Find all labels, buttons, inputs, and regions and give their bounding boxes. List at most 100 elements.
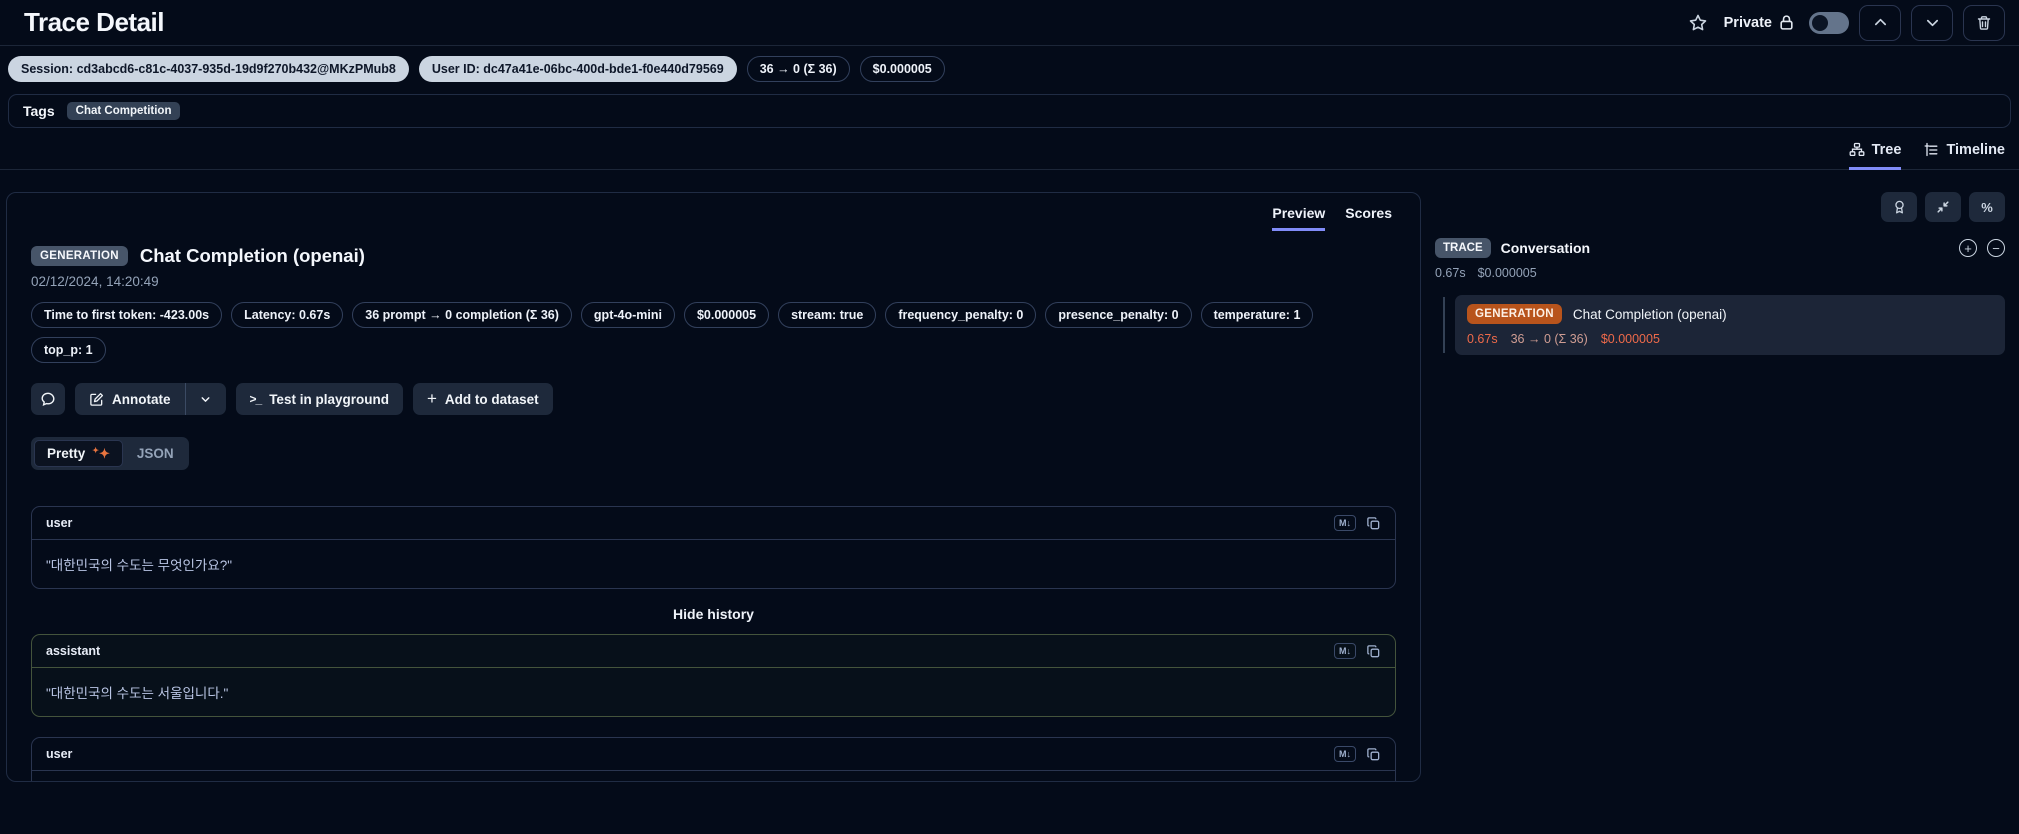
sidebar-toolbar: % [1435, 192, 2005, 222]
json-toggle-button[interactable]: JSON [125, 441, 186, 466]
lock-icon [1778, 14, 1795, 31]
trash-icon [1976, 15, 1992, 31]
trace-tree-sidebar: % TRACE Conversation + − 0.67s $0.000005… [1435, 192, 2013, 782]
chevron-up-icon [1873, 15, 1888, 30]
tags-container: Tags Chat Competition [8, 94, 2011, 128]
session-badge[interactable]: Session: cd3abcd6-c81c-4037-935d-19d9f27… [8, 56, 409, 82]
timeline-icon [1923, 142, 1939, 158]
add-to-dataset-button[interactable]: + Add to dataset [412, 383, 553, 415]
trace-tree: GENERATION Chat Completion (openai) 0.67… [1435, 295, 2005, 355]
markdown-toggle-icon[interactable]: M↓ [1334, 643, 1356, 659]
node-header: GENERATION Chat Completion (openai) [1467, 304, 1993, 324]
tree-icon [1849, 142, 1865, 158]
message-user-1: user M↓ "대한민국의 수도는 무엇인가요?" [31, 506, 1396, 589]
generation-node-row[interactable]: GENERATION Chat Completion (openai) 0.67… [1455, 295, 2005, 355]
generation-type-badge: GENERATION [31, 246, 128, 266]
toggle-knob [1812, 14, 1828, 31]
expand-all-icon[interactable]: + [1959, 239, 1977, 257]
message-role: user [46, 747, 73, 761]
test-in-playground-button[interactable]: >_ Test in playground [235, 383, 403, 415]
markdown-toggle-icon[interactable]: M↓ [1334, 515, 1356, 531]
metrics-toggle-button[interactable]: % [1969, 192, 2005, 222]
message-user-2: user M↓ "감사합니다 " [31, 737, 1396, 781]
collapse-all-button[interactable] [1925, 192, 1961, 222]
node-metrics: 0.67s 36 → 0 (Σ 36) $0.000005 [1467, 332, 1993, 346]
metric-frequency-penalty: frequency_penalty: 0 [885, 302, 1037, 328]
tab-timeline[interactable]: Timeline [1923, 142, 2005, 170]
metric-model: gpt-4o-mini [580, 302, 675, 328]
star-icon [1688, 13, 1708, 33]
markdown-toggle-icon[interactable]: M↓ [1334, 746, 1356, 762]
metric-top-p: top_p: 1 [31, 337, 106, 363]
annotate-pencil-icon [89, 392, 104, 407]
plus-icon: + [426, 389, 437, 408]
comment-button[interactable] [31, 383, 65, 415]
scores-toggle-button[interactable] [1881, 192, 1917, 222]
tab-tree[interactable]: Tree [1848, 142, 1902, 170]
tab-timeline-label: Timeline [1946, 142, 2005, 158]
privacy-status: Private [1724, 14, 1795, 31]
node-latency: 0.67s [1467, 332, 1498, 346]
user-id-badge[interactable]: User ID: dc47a41e-06bc-400d-bde1-f0e440d… [418, 56, 737, 82]
next-trace-button[interactable] [1911, 4, 1953, 41]
tags-label: Tags [23, 103, 55, 119]
message-tools: M↓ [1334, 643, 1381, 659]
collapse-all-icon[interactable]: − [1987, 239, 2005, 257]
copy-icon[interactable] [1366, 747, 1381, 762]
copy-icon[interactable] [1366, 516, 1381, 531]
metric-pills: Time to first token: -423.00s Latency: 0… [31, 302, 1396, 363]
previous-trace-button[interactable] [1859, 4, 1901, 41]
delete-trace-button[interactable] [1963, 4, 2005, 41]
annotate-label: Annotate [112, 391, 171, 407]
metric-time-to-first-token: Time to first token: -423.00s [31, 302, 223, 328]
metric-token-usage: 36 prompt → 0 completion (Σ 36) [352, 302, 572, 328]
tag-chip[interactable]: Chat Competition [66, 102, 181, 120]
node-cost: $0.000005 [1600, 332, 1660, 346]
content-area: Preview Scores GENERATION Chat Completio… [0, 170, 2019, 782]
collapse-icon [1936, 200, 1950, 214]
message-tools: M↓ [1334, 515, 1381, 531]
view-tabs: Tree Timeline [0, 128, 2019, 170]
node-token-usage: 36 → 0 (Σ 36) [1510, 332, 1588, 346]
tree-guide-line [1443, 297, 1445, 353]
comment-bubble-icon [40, 391, 56, 407]
annotate-dropdown-button[interactable] [186, 383, 226, 415]
chevron-down-icon [1925, 15, 1940, 30]
message-header: assistant M↓ [32, 635, 1395, 668]
token-usage-badge: 36 → 0 (Σ 36) [746, 56, 850, 82]
observation-preview-card: Preview Scores GENERATION Chat Completio… [6, 192, 1421, 782]
metric-temperature: temperature: 1 [1200, 302, 1314, 328]
message-content: "대한민국의 수도는 무엇인가요?" [46, 558, 233, 573]
tab-scores[interactable]: Scores [1345, 205, 1392, 231]
message-tools: M↓ [1334, 746, 1381, 762]
tab-tree-label: Tree [1871, 142, 1902, 158]
page-title: Trace Detail [24, 7, 164, 37]
tab-preview[interactable]: Preview [1272, 205, 1326, 231]
top-bar-actions: Private [1688, 4, 2005, 41]
test-in-playground-label: Test in playground [269, 391, 389, 407]
message-role: user [46, 516, 73, 530]
node-title: Chat Completion (openai) [1572, 306, 1727, 322]
message-assistant: assistant M↓ "대한민국의 수도는 서울입니다." [31, 634, 1396, 717]
percent-icon: % [1981, 199, 1993, 215]
public-toggle[interactable] [1809, 11, 1849, 34]
message-role: assistant [46, 644, 101, 658]
award-icon [1892, 199, 1907, 215]
message-header: user M↓ [32, 738, 1395, 771]
bookmark-star-button[interactable] [1688, 13, 1708, 33]
panel-tabs: Preview Scores [31, 193, 1396, 231]
chevron-down-icon [199, 393, 212, 406]
hide-history-link[interactable]: Hide history [31, 606, 1396, 622]
observation-title: Chat Completion (openai) [139, 245, 365, 266]
trace-root-row[interactable]: TRACE Conversation + − [1435, 238, 2005, 258]
annotate-button[interactable]: Annotate [75, 383, 185, 415]
cost-badge: $0.000005 [859, 56, 945, 82]
copy-icon[interactable] [1366, 644, 1381, 659]
pretty-toggle-button[interactable]: Pretty ✦✦ [34, 440, 123, 467]
metric-latency: Latency: 0.67s [231, 302, 344, 328]
format-toggle: Pretty ✦✦ JSON [31, 437, 189, 470]
message-header: user M↓ [32, 507, 1395, 540]
trace-metrics: 0.67s $0.000005 [1435, 266, 2005, 280]
message-content: "감사합니다 " [32, 771, 1395, 781]
